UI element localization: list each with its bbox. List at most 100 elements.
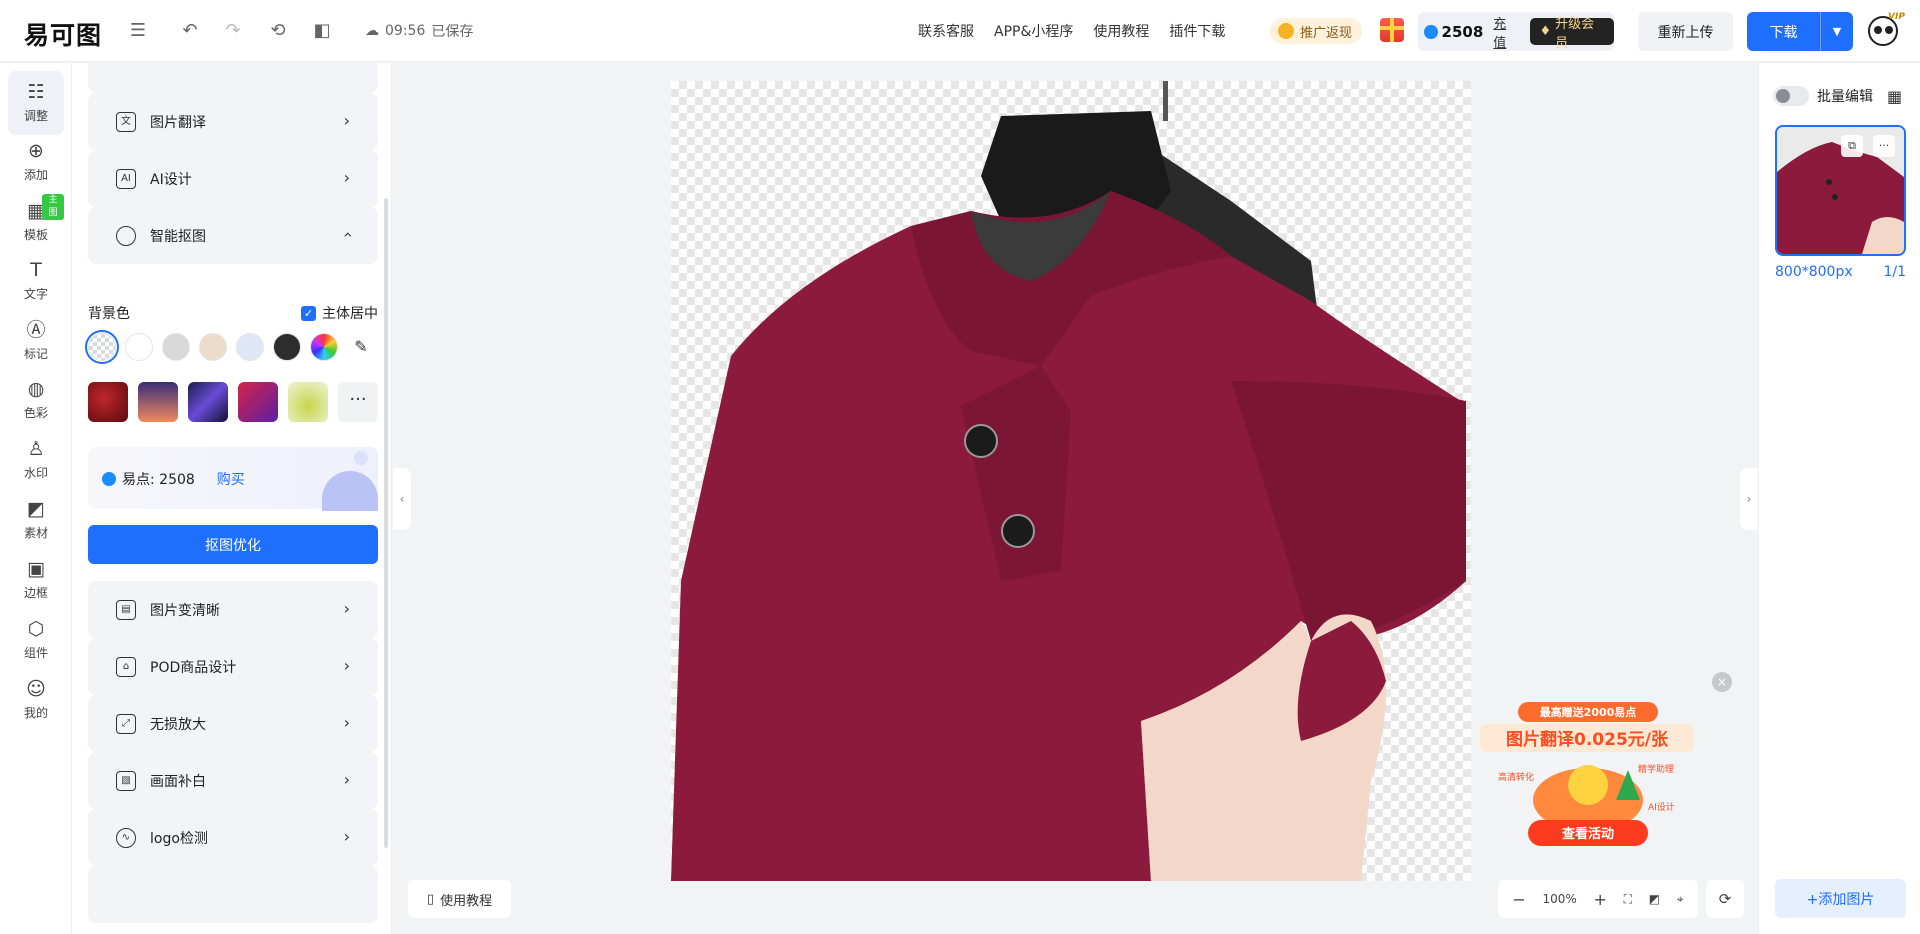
points-card: 易点: 2508 购买 [88, 447, 378, 511]
bg-preset-galaxy[interactable] [188, 382, 228, 422]
stamp-icon: ♙ [27, 438, 45, 460]
thumbnail-button [1832, 194, 1838, 200]
upgrade-button[interactable]: ♦ 升级会员 [1530, 17, 1614, 51]
grid-view-icon[interactable]: ▦ [1887, 87, 1902, 106]
undo-icon[interactable]: ↶ [179, 20, 201, 42]
tutorial-button[interactable]: ▯ 使用教程 [408, 880, 511, 918]
bg-preset-sunset[interactable] [138, 382, 178, 422]
canvas-artboard[interactable] [671, 81, 1471, 881]
cutout-optimize-button[interactable]: 抠图优化 [88, 525, 378, 564]
nav-tutorial[interactable]: 使用教程 [1093, 21, 1149, 41]
rail-label: 标记 [23, 347, 48, 361]
image-thumbnail[interactable]: ⧉ ··· [1775, 125, 1906, 256]
fit-screen-icon[interactable]: ⛶ [1624, 892, 1632, 907]
chevron-down-icon[interactable]: ▼ [1821, 25, 1853, 38]
zoom-out-icon[interactable]: − [1512, 890, 1525, 909]
right-panel: 批量编辑 ▦ ⧉ ··· 800*800px 1/1 +添加图片 [1758, 63, 1920, 934]
chevron-up-icon[interactable]: › [337, 231, 356, 237]
promo-banner[interactable]: 最高赠送2000易点 图片翻译0.025元/张 高清转化 精学助理 AI设计 查… [1478, 700, 1696, 855]
zoom-in-icon[interactable]: + [1594, 890, 1607, 909]
swatch-white[interactable] [125, 333, 153, 361]
menu-icon[interactable]: ☰ [127, 20, 149, 42]
panel-card-smart-cutout[interactable]: 智能抠图 › [88, 207, 378, 264]
card-label: 图片翻译 [150, 114, 206, 131]
card-label: 画面补白 [150, 773, 206, 790]
redo-icon[interactable]: ↷ [222, 20, 244, 42]
eyedropper-icon[interactable]: ✎ [347, 333, 375, 361]
rail-item-component[interactable]: ⬡ 组件 [8, 608, 64, 672]
reupload-button[interactable]: 重新上传 [1638, 12, 1733, 51]
rail-item-adjust[interactable]: ☷ 调整 [8, 71, 64, 135]
buy-link[interactable]: 购买 [217, 469, 245, 489]
batch-edit-toggle[interactable]: 批量编辑 [1773, 86, 1873, 106]
compare-icon[interactable]: ◧ [311, 20, 333, 42]
reset-icon[interactable]: ⟲ [267, 20, 289, 42]
swatch-light-blue[interactable] [236, 333, 264, 361]
swatch-transparent[interactable] [85, 330, 119, 364]
layout-icon[interactable]: ◩ [1649, 892, 1660, 906]
recharge-link[interactable]: 充值 [1493, 13, 1518, 51]
download-button[interactable]: 下载 ▼ [1747, 12, 1853, 51]
text-icon: T [30, 259, 42, 281]
rail-item-add[interactable]: ⊕ 添加 [8, 130, 64, 194]
panel-card-ai-design[interactable]: AI AI设计 › [88, 150, 378, 207]
rail-label: 组件 [23, 646, 48, 660]
nav-app[interactable]: APP&小程序 [994, 21, 1073, 41]
crosshair-icon[interactable]: ⌖ [1677, 892, 1684, 907]
panel-card-pod[interactable]: ⌂ POD商品设计 › [88, 638, 378, 695]
rail-item-frame[interactable]: ▣ 边框 [8, 548, 64, 612]
zoom-level[interactable]: 100% [1542, 892, 1576, 906]
save-time: 09:56 [385, 23, 426, 39]
tool-panel: 文 图片翻译 › AI AI设计 › 智能抠图 › 背景色 ✓ 主体居中 ✎ · [72, 63, 392, 934]
plus-circle-icon: ⊕ [28, 140, 44, 162]
app-logo[interactable]: 易可图 [24, 16, 102, 52]
copy-icon[interactable]: ⧉ [1841, 135, 1863, 157]
add-image-button[interactable]: +添加图片 [1775, 879, 1906, 918]
rail-item-text[interactable]: T 文字 [8, 249, 64, 313]
gift-icon[interactable] [1380, 18, 1404, 42]
banner-headline: 图片翻译0.025元/张 [1506, 729, 1669, 750]
rail-item-marker[interactable]: Ⓐ 标记 [8, 309, 64, 373]
nav-plugin[interactable]: 插件下载 [1169, 21, 1225, 41]
swatch-beige[interactable] [199, 333, 227, 361]
book-icon: ▯ [426, 891, 435, 907]
bg-preset-red[interactable] [88, 382, 128, 422]
panel-card-translate[interactable]: 文 图片翻译 › [88, 93, 378, 150]
rail-item-material[interactable]: ◩ 素材 [8, 488, 64, 552]
close-icon[interactable]: × [1712, 672, 1732, 692]
nav-support[interactable]: 联系客服 [918, 21, 974, 41]
more-icon[interactable]: ··· [1873, 135, 1895, 157]
panel-card-partial[interactable] [88, 63, 378, 93]
center-subject-option[interactable]: ✓ 主体居中 [301, 303, 378, 323]
background-image-presets: ··· [88, 382, 378, 422]
bg-preset-neon[interactable] [238, 382, 278, 422]
collapse-left-panel-button[interactable]: ‹ [393, 468, 411, 530]
upgrade-label: 升级会员 [1555, 16, 1595, 51]
panel-scrollbar[interactable] [384, 198, 388, 848]
swatch-custom-color[interactable] [310, 333, 338, 361]
rotate-view-icon[interactable]: ⟳ [1706, 880, 1744, 918]
panel-card-enlarge[interactable]: ⤢ 无损放大 › [88, 695, 378, 752]
promo-button[interactable]: 推广返现 [1270, 18, 1363, 44]
panel-card-fill[interactable]: ▧ 画面补白 › [88, 752, 378, 809]
collapse-right-panel-button[interactable]: › [1740, 468, 1758, 530]
banner-tag-1: 高清转化 [1498, 771, 1534, 783]
rail-item-template[interactable]: 主图 ▦ 模板 [8, 190, 64, 254]
more-icon[interactable]: ··· [338, 382, 378, 422]
swatch-black[interactable] [273, 333, 301, 361]
chevron-right-icon: › [343, 656, 350, 675]
panel-card-logo-detect[interactable]: ∿ logo检测 › [88, 809, 378, 866]
background-color-label: 背景色 [88, 306, 130, 322]
panel-card-sharpen[interactable]: ▤ 图片变清晰 › [88, 581, 378, 638]
rail-item-mine[interactable]: ☺ 我的 [8, 668, 64, 732]
toggle-switch[interactable] [1773, 86, 1809, 106]
swatch-gray[interactable] [162, 333, 190, 361]
panel-card-partial-bottom[interactable] [88, 866, 378, 923]
rail-item-color[interactable]: ◍ 色彩 [8, 368, 64, 432]
checkbox-checked-icon[interactable]: ✓ [301, 305, 316, 321]
color-swatches: ✎ [85, 330, 375, 364]
rail-item-watermark[interactable]: ♙ 水印 [8, 428, 64, 492]
top-nav: 联系客服 APP&小程序 使用教程 插件下载 [918, 21, 1225, 41]
bg-preset-pear[interactable] [288, 382, 328, 422]
chevron-right-icon: › [343, 599, 350, 618]
